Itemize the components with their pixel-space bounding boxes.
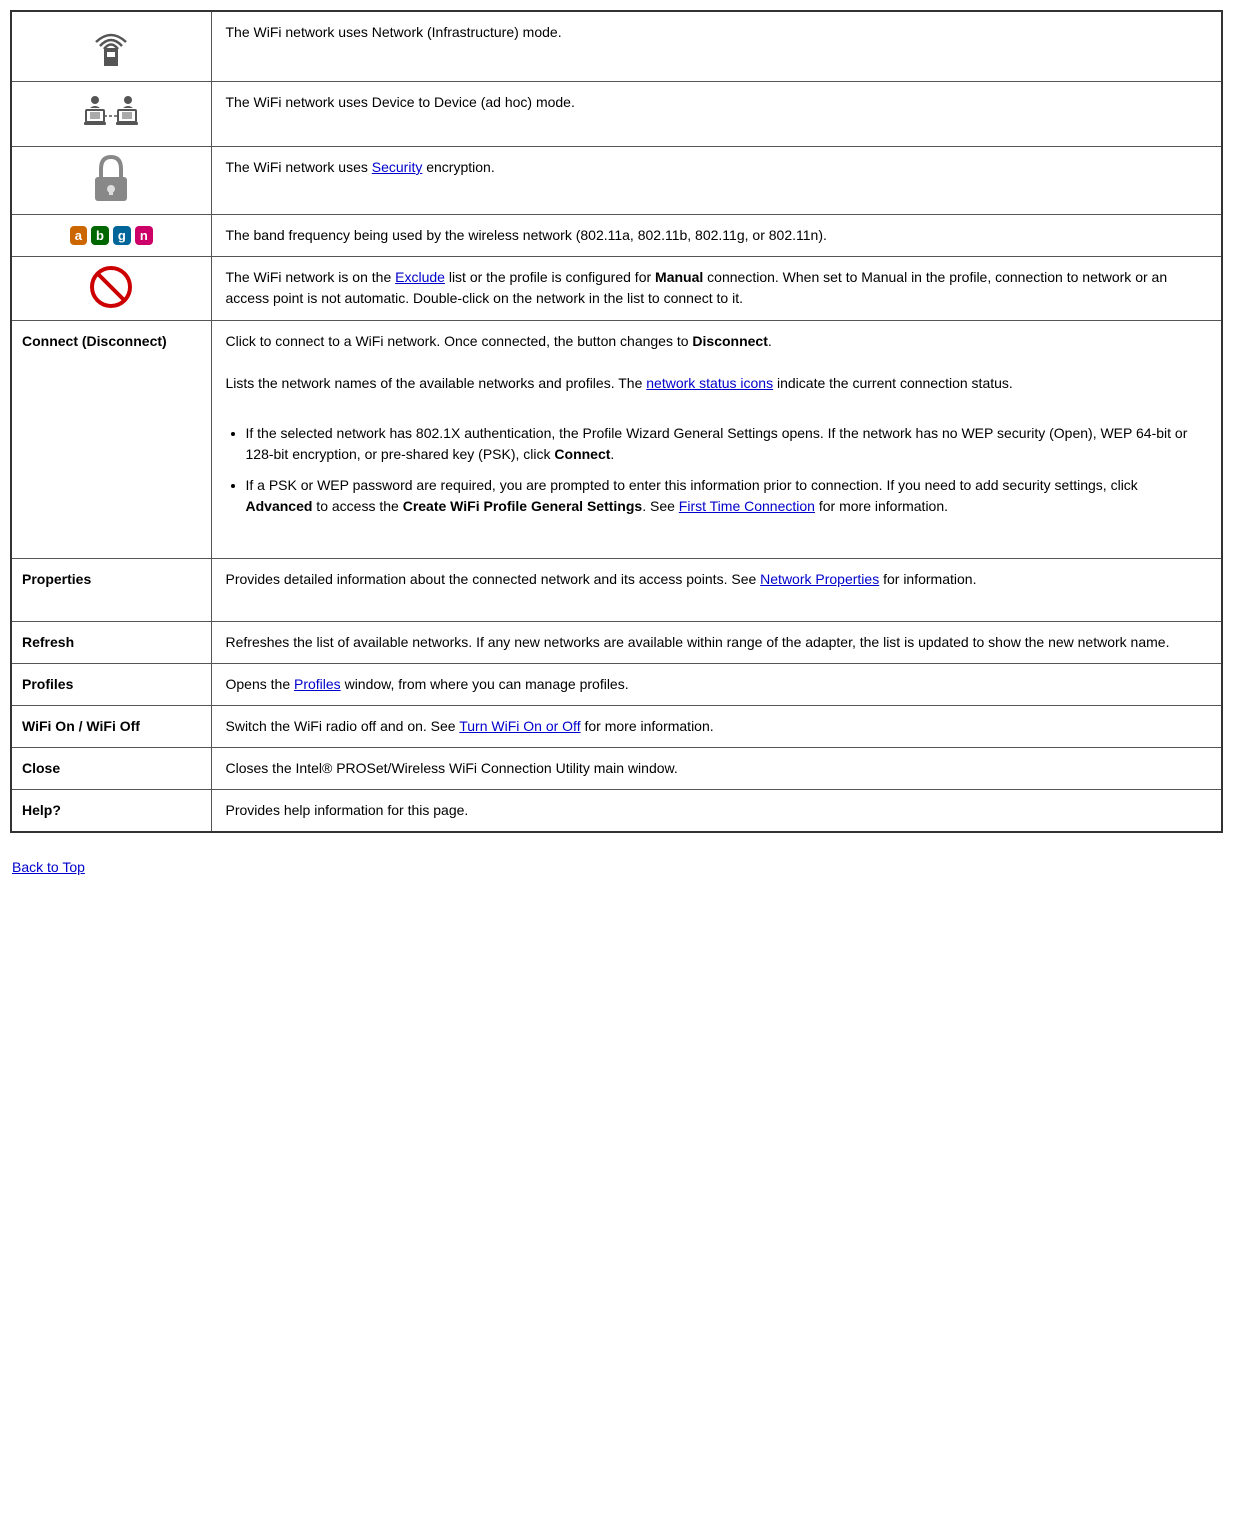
refresh-label-cell: Refresh [11,622,211,664]
security-text-after: encryption. [422,159,494,175]
band-n-icon: n [135,226,153,245]
refresh-description: Refreshes the list of available networks… [211,622,1222,664]
help-label-cell: Help? [11,790,211,833]
back-to-top-container: Back to Top [10,853,1223,881]
network-properties-link[interactable]: Network Properties [760,571,879,587]
properties-description: Provides detailed information about the … [211,559,1222,622]
table-row: Profiles Opens the Profiles window, from… [11,664,1222,706]
close-description: Closes the Intel® PROSet/Wireless WiFi C… [211,748,1222,790]
table-row: Properties Provides detailed information… [11,559,1222,622]
table-row: The WiFi network uses Security encryptio… [11,147,1222,215]
wifi-on-off-label-cell: WiFi On / WiFi Off [11,706,211,748]
band-icon-cell: a b g n [11,215,211,257]
profiles-text-after: window, from where you can manage profil… [341,676,629,692]
table-row: a b g n The band frequency being used by… [11,215,1222,257]
wifi-on-off-description: Switch the WiFi radio off and on. See Tu… [211,706,1222,748]
table-row: WiFi On / WiFi Off Switch the WiFi radio… [11,706,1222,748]
main-table: The WiFi network uses Network (Infrastru… [10,10,1223,833]
security-lock-icon [91,155,131,206]
close-label: Close [22,760,60,776]
band-g-icon: g [113,226,131,245]
first-time-connection-link[interactable]: First Time Connection [679,498,815,514]
infrastructure-text: The WiFi network uses Network (Infrastru… [226,24,562,40]
properties-label: Properties [22,571,91,587]
connect-description: Click to connect to a WiFi network. Once… [211,321,1222,559]
connect-para1: Click to connect to a WiFi network. Once… [226,331,1208,352]
properties-text: Provides detailed information about the … [226,569,1208,590]
security-link[interactable]: Security [372,159,423,175]
infrastructure-icon-cell [11,11,211,82]
turn-wifi-link[interactable]: Turn WiFi On or Off [459,718,580,734]
exclude-icon-cell [11,257,211,321]
exclude-description: The WiFi network is on the Exclude list … [211,257,1222,321]
profiles-description: Opens the Profiles window, from where yo… [211,664,1222,706]
network-status-icons-link[interactable]: network status icons [646,375,773,391]
band-b-icon: b [91,226,109,245]
band-icons: a b g n [22,226,201,245]
close-label-cell: Close [11,748,211,790]
connect-label-cell: Connect (Disconnect) [11,321,211,559]
security-description: The WiFi network uses Security encryptio… [211,147,1222,215]
security-icon-cell [11,147,211,215]
adhoc-icon [84,90,139,138]
exclude-link[interactable]: Exclude [395,269,445,285]
connect-bullet2: If a PSK or WEP password are required, y… [246,475,1208,517]
wifi-on-off-text-before: Switch the WiFi radio off and on. See [226,718,460,734]
wifi-on-off-label: WiFi On / WiFi Off [22,718,140,734]
band-text: The band frequency being used by the wir… [226,227,827,243]
table-row: The WiFi network is on the Exclude list … [11,257,1222,321]
help-label: Help? [22,802,61,818]
page-container: The WiFi network uses Network (Infrastru… [0,0,1233,911]
table-row: The WiFi network uses Device to Device (… [11,82,1222,147]
connect-bullet1: If the selected network has 802.1X authe… [246,423,1208,465]
profiles-link[interactable]: Profiles [294,676,341,692]
wifi-on-off-text-after: for more information. [581,718,714,734]
connect-label: Connect (Disconnect) [22,333,167,349]
adhoc-text: The WiFi network uses Device to Device (… [226,94,575,110]
security-text-before: The WiFi network uses [226,159,372,175]
profiles-label: Profiles [22,676,73,692]
table-row: Help? Provides help information for this… [11,790,1222,833]
connect-para2: Lists the network names of the available… [226,373,1208,394]
profiles-label-cell: Profiles [11,664,211,706]
infrastructure-icon [86,20,136,73]
back-to-top-link[interactable]: Back to Top [12,859,85,875]
infrastructure-description: The WiFi network uses Network (Infrastru… [211,11,1222,82]
help-description: Provides help information for this page. [211,790,1222,833]
help-text: Provides help information for this page. [226,802,469,818]
profiles-text-before: Opens the [226,676,295,692]
exclude-text-before: The WiFi network is on the [226,269,396,285]
band-description: The band frequency being used by the wir… [211,215,1222,257]
exclude-icon [89,296,133,312]
table-row: Connect (Disconnect) Click to connect to… [11,321,1222,559]
refresh-text: Refreshes the list of available networks… [226,634,1170,650]
band-a-icon: a [70,226,87,245]
adhoc-icon-cell [11,82,211,147]
refresh-label: Refresh [22,634,74,650]
close-text: Closes the Intel® PROSet/Wireless WiFi C… [226,760,678,776]
connect-bullets: If the selected network has 802.1X authe… [246,423,1208,517]
table-row: Refresh Refreshes the list of available … [11,622,1222,664]
table-row: The WiFi network uses Network (Infrastru… [11,11,1222,82]
properties-label-cell: Properties [11,559,211,622]
table-row: Close Closes the Intel® PROSet/Wireless … [11,748,1222,790]
adhoc-description: The WiFi network uses Device to Device (… [211,82,1222,147]
